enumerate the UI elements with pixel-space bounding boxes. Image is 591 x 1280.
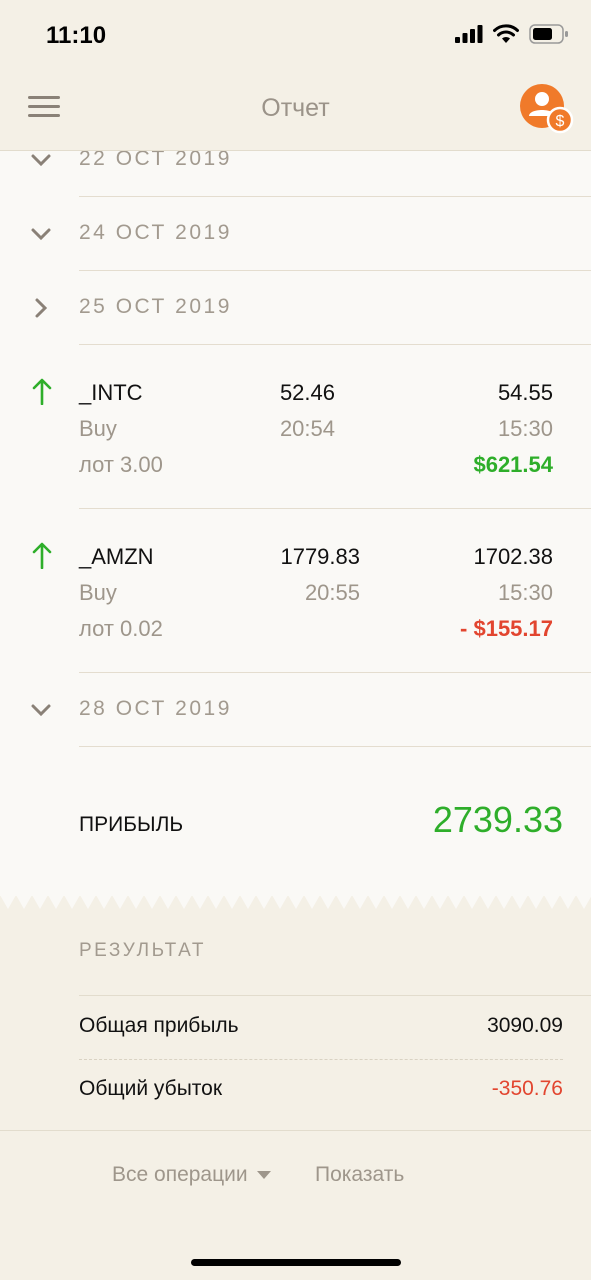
trade-direction: Buy bbox=[79, 416, 117, 441]
receipt-edge bbox=[0, 895, 591, 909]
page-title: Отчет bbox=[261, 94, 330, 122]
divider bbox=[79, 746, 591, 747]
operations-filter-select[interactable]: Все операции bbox=[112, 1163, 272, 1187]
open-time: 20:54 bbox=[279, 416, 335, 441]
date-label: 22 ОСТ 2019 bbox=[79, 151, 232, 170]
status-icons bbox=[455, 24, 569, 44]
trade-lot: лот 3.00 bbox=[79, 452, 163, 477]
date-group-25-oct[interactable]: 25 ОСТ 2019 bbox=[0, 271, 591, 345]
total-profit-value: 3090.09 bbox=[487, 1014, 563, 1037]
trade-direction: Buy bbox=[79, 580, 117, 605]
total-profit-label: Общая прибыль bbox=[79, 1014, 239, 1037]
trade-symbol: _AMZN bbox=[79, 544, 154, 569]
show-button[interactable]: Показать bbox=[315, 1163, 404, 1187]
trade-pnl: $621.54 bbox=[473, 452, 553, 477]
divider bbox=[79, 1059, 563, 1060]
report-screen: 11:10 Отчет $ 22 ОСТ 2019 24 ОСТ 2019 25… bbox=[0, 0, 591, 1280]
trade-symbol: _INTC bbox=[79, 380, 143, 405]
chevron-down-icon bbox=[31, 704, 51, 717]
account-button[interactable]: $ bbox=[520, 82, 574, 136]
caret-down-icon bbox=[256, 1171, 271, 1179]
report-card: 22 ОСТ 2019 24 ОСТ 2019 25 ОСТ 2019 _INT… bbox=[0, 151, 591, 896]
trade-row[interactable]: _INTC Buy лот 3.00 52.46 20:54 54.55 15:… bbox=[0, 345, 591, 505]
date-label: 28 ОСТ 2019 bbox=[79, 697, 232, 720]
profit-label: ПРИБЫЛЬ bbox=[79, 813, 184, 836]
status-bar: 11:10 bbox=[0, 0, 591, 72]
navbar: Отчет $ bbox=[0, 72, 591, 151]
date-group-24-oct[interactable]: 24 ОСТ 2019 bbox=[0, 197, 591, 271]
open-price: 52.46 bbox=[279, 380, 335, 405]
trade-pnl: - $155.17 bbox=[460, 616, 553, 641]
battery-icon bbox=[529, 24, 568, 44]
filter-label: Все операции bbox=[112, 1163, 248, 1186]
wifi-icon bbox=[493, 24, 519, 43]
date-label: 24 ОСТ 2019 bbox=[79, 221, 232, 244]
total-loss-label: Общий убыток bbox=[79, 1077, 223, 1100]
date-group-28-oct[interactable]: 28 ОСТ 2019 bbox=[0, 673, 591, 747]
trade-lot: лот 0.02 bbox=[79, 616, 163, 641]
divider bbox=[79, 995, 591, 996]
result-section-title: РЕЗУЛЬТАТ bbox=[79, 940, 206, 961]
trade-row[interactable]: _AMZN Buy лот 0.02 1779.83 20:55 1702.38… bbox=[0, 509, 591, 669]
profit-value: 2739.33 bbox=[432, 799, 563, 840]
status-time: 11:10 bbox=[46, 22, 107, 49]
close-time: 15:30 bbox=[497, 580, 553, 605]
svg-text:$: $ bbox=[556, 113, 565, 130]
chevron-right-icon bbox=[35, 298, 48, 318]
close-time: 15:30 bbox=[497, 416, 553, 441]
open-price: 1779.83 bbox=[280, 544, 360, 569]
date-label: 25 ОСТ 2019 bbox=[79, 295, 232, 318]
bottom-bar: Все операции Показать bbox=[0, 1130, 591, 1280]
chevron-down-icon bbox=[31, 154, 51, 167]
account-money-icon: $ bbox=[520, 84, 574, 134]
cellular-signal-icon bbox=[455, 25, 483, 43]
close-price: 1702.38 bbox=[473, 544, 553, 569]
arrow-up-icon bbox=[32, 378, 52, 405]
arrow-up-icon bbox=[32, 542, 52, 569]
open-time: 20:55 bbox=[304, 580, 360, 605]
total-loss-value: -350.76 bbox=[491, 1077, 563, 1100]
home-indicator bbox=[191, 1259, 401, 1266]
chevron-down-icon bbox=[31, 228, 51, 241]
close-price: 54.55 bbox=[497, 380, 553, 405]
date-group-22-oct[interactable]: 22 ОСТ 2019 bbox=[0, 151, 591, 197]
